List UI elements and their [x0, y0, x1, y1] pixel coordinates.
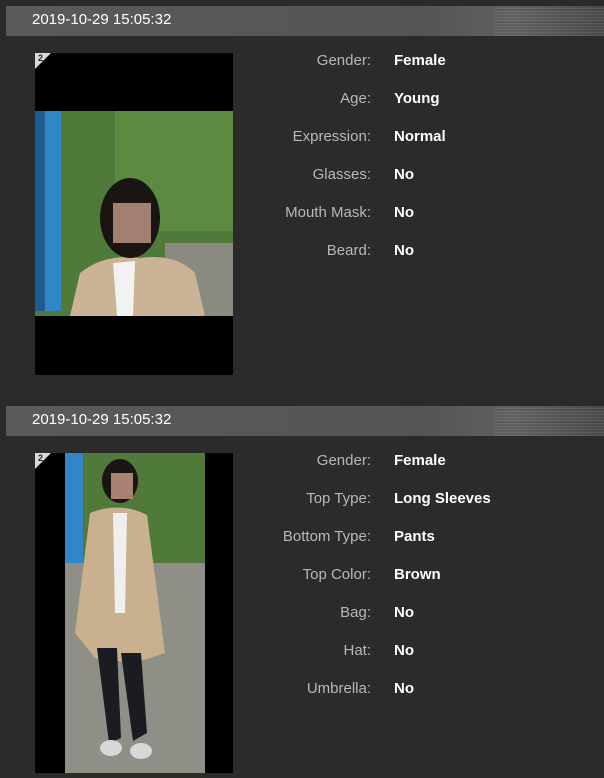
attribute-value: No [394, 204, 414, 221]
attribute-row-bag: Bag: No [6, 604, 604, 624]
record-timestamp: 2019-10-29 15:05:32 [32, 11, 172, 28]
attribute-row-glasses: Glasses: No [6, 166, 604, 186]
attribute-row-hat: Hat: No [6, 642, 604, 662]
attribute-value: No [394, 680, 414, 697]
attribute-label: Expression: [292, 128, 371, 145]
attribute-label: Bottom Type: [282, 528, 371, 545]
attribute-value: Female [394, 52, 446, 69]
attribute-row-mouth-mask: Mouth Mask: No [6, 204, 604, 224]
record-header: 2019-10-29 15:05:32 [6, 406, 604, 436]
attribute-value: No [394, 642, 414, 659]
attribute-label: Beard: [326, 242, 371, 259]
attribute-label: Age: [340, 90, 371, 107]
attribute-label: Gender: [316, 452, 371, 469]
attribute-label: Mouth Mask: [285, 204, 371, 221]
face-record-card: 2019-10-29 15:05:32 2 Gender: Female Age… [6, 6, 604, 392]
attribute-row-top-color: Top Color: Brown [6, 566, 604, 586]
attribute-label: Hat: [343, 642, 371, 659]
attribute-row-gender: Gender: Female [6, 452, 604, 472]
attribute-row-gender: Gender: Female [6, 52, 604, 72]
header-decoration [494, 406, 604, 436]
attribute-row-bottom-type: Bottom Type: Pants [6, 528, 604, 548]
attribute-value: No [394, 242, 414, 259]
attribute-value: Long Sleeves [394, 490, 491, 507]
attribute-label: Bag: [340, 604, 371, 621]
attribute-value: Brown [394, 566, 441, 583]
attribute-value: Pants [394, 528, 435, 545]
attribute-row-umbrella: Umbrella: No [6, 680, 604, 700]
attribute-value: Female [394, 452, 446, 469]
attribute-label: Top Color: [302, 566, 371, 583]
header-decoration [494, 6, 604, 36]
attribute-row-age: Age: Young [6, 90, 604, 110]
attribute-row-beard: Beard: No [6, 242, 604, 262]
attribute-value: Young [394, 90, 440, 107]
attribute-row-expression: Expression: Normal [6, 128, 604, 148]
record-header: 2019-10-29 15:05:32 [6, 6, 604, 36]
attribute-value: No [394, 604, 414, 621]
attribute-label: Gender: [316, 52, 371, 69]
body-record-card: 2019-10-29 15:05:32 2 Gender: Female Top… [6, 406, 604, 778]
attribute-value: No [394, 166, 414, 183]
attribute-row-top-type: Top Type: Long Sleeves [6, 490, 604, 510]
attribute-label: Umbrella: [306, 680, 371, 697]
attribute-value: Normal [394, 128, 446, 145]
attribute-label: Top Type: [306, 490, 371, 507]
attribute-label: Glasses: [312, 166, 371, 183]
record-timestamp: 2019-10-29 15:05:32 [32, 411, 172, 428]
